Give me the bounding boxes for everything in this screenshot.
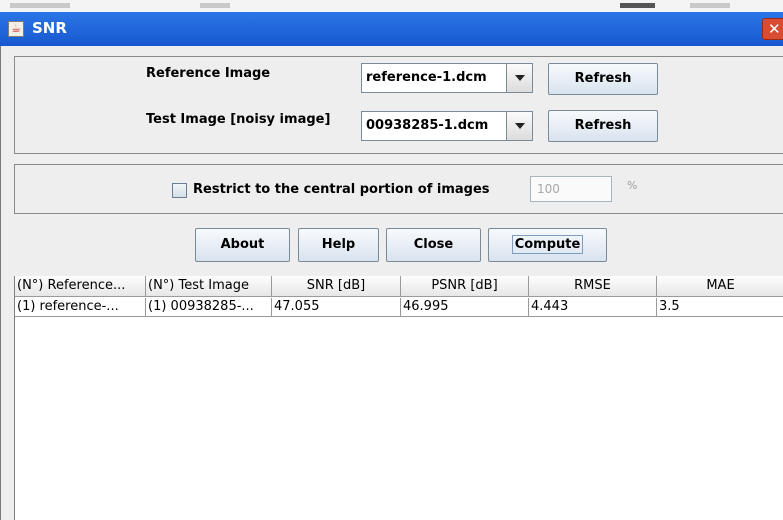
test-refresh-button[interactable]: Refresh (548, 110, 658, 142)
compute-button[interactable]: Compute (488, 228, 607, 262)
compute-label: Compute (511, 235, 584, 254)
reference-image-select[interactable]: reference-1.dcm (361, 63, 533, 93)
cell-psnr[interactable]: 46.995 (401, 298, 529, 317)
dialog-content: Reference Image reference-1.dcm Refresh … (0, 46, 783, 520)
restrict-checkbox[interactable] (172, 183, 187, 198)
reference-refresh-button[interactable]: Refresh (548, 63, 658, 95)
window-close-button[interactable]: ✕ (762, 18, 783, 40)
close-label: Close (413, 237, 454, 252)
help-label: Help (321, 237, 356, 252)
background-strip-mark (200, 3, 230, 8)
restrict-panel: Restrict to the central portion of image… (14, 164, 783, 214)
window-titlebar[interactable]: ☕ SNR ✕ (0, 12, 783, 46)
column-header-mae[interactable]: MAE (657, 276, 783, 297)
about-label: About (220, 237, 265, 252)
chevron-down-icon[interactable] (506, 112, 532, 140)
cell-snr[interactable]: 47.055 (272, 298, 401, 317)
column-header-psnr[interactable]: PSNR [dB] (401, 276, 529, 297)
background-strip-mark (690, 3, 730, 8)
close-icon: ✕ (768, 20, 781, 38)
reference-image-value: reference-1.dcm (366, 70, 487, 85)
cell-test-image[interactable]: (1) 00938285-... (146, 298, 272, 317)
reference-refresh-label: Refresh (574, 71, 632, 86)
test-image-label: Test Image [noisy image] (146, 112, 331, 127)
java-cup-icon: ☕ (8, 21, 24, 37)
column-header-reference[interactable]: (N°) Reference... (15, 276, 146, 297)
reference-image-label: Reference Image (146, 66, 271, 81)
help-button[interactable]: Help (298, 228, 379, 262)
cell-mae[interactable]: 3.5 (657, 298, 783, 317)
window-title: SNR (32, 19, 67, 37)
restrict-value: 100 (537, 182, 560, 196)
chevron-down-icon[interactable] (506, 64, 532, 92)
restrict-label: Restrict to the central portion of image… (193, 182, 490, 197)
image-selection-panel: Reference Image reference-1.dcm Refresh … (14, 56, 783, 154)
results-table[interactable]: (N°) Reference... (N°) Test Image SNR [d… (14, 276, 783, 520)
column-header-snr[interactable]: SNR [dB] (272, 276, 401, 297)
test-refresh-label: Refresh (574, 118, 632, 133)
cell-reference[interactable]: (1) reference-... (15, 298, 146, 317)
background-window-strip (0, 0, 783, 12)
about-button[interactable]: About (195, 228, 290, 262)
background-strip-mark (620, 3, 655, 8)
test-image-select[interactable]: 00938285-1.dcm (361, 111, 533, 141)
restrict-value-field[interactable]: 100 (530, 176, 612, 202)
background-strip-mark (10, 3, 70, 8)
percent-unit-label: % (627, 179, 638, 192)
test-image-value: 00938285-1.dcm (366, 118, 489, 133)
column-header-test-image[interactable]: (N°) Test Image (146, 276, 272, 297)
results-table-header: (N°) Reference... (N°) Test Image SNR [d… (15, 276, 783, 298)
cell-rmse[interactable]: 4.443 (529, 298, 657, 317)
column-header-rmse[interactable]: RMSE (529, 276, 657, 297)
close-button[interactable]: Close (386, 228, 481, 262)
